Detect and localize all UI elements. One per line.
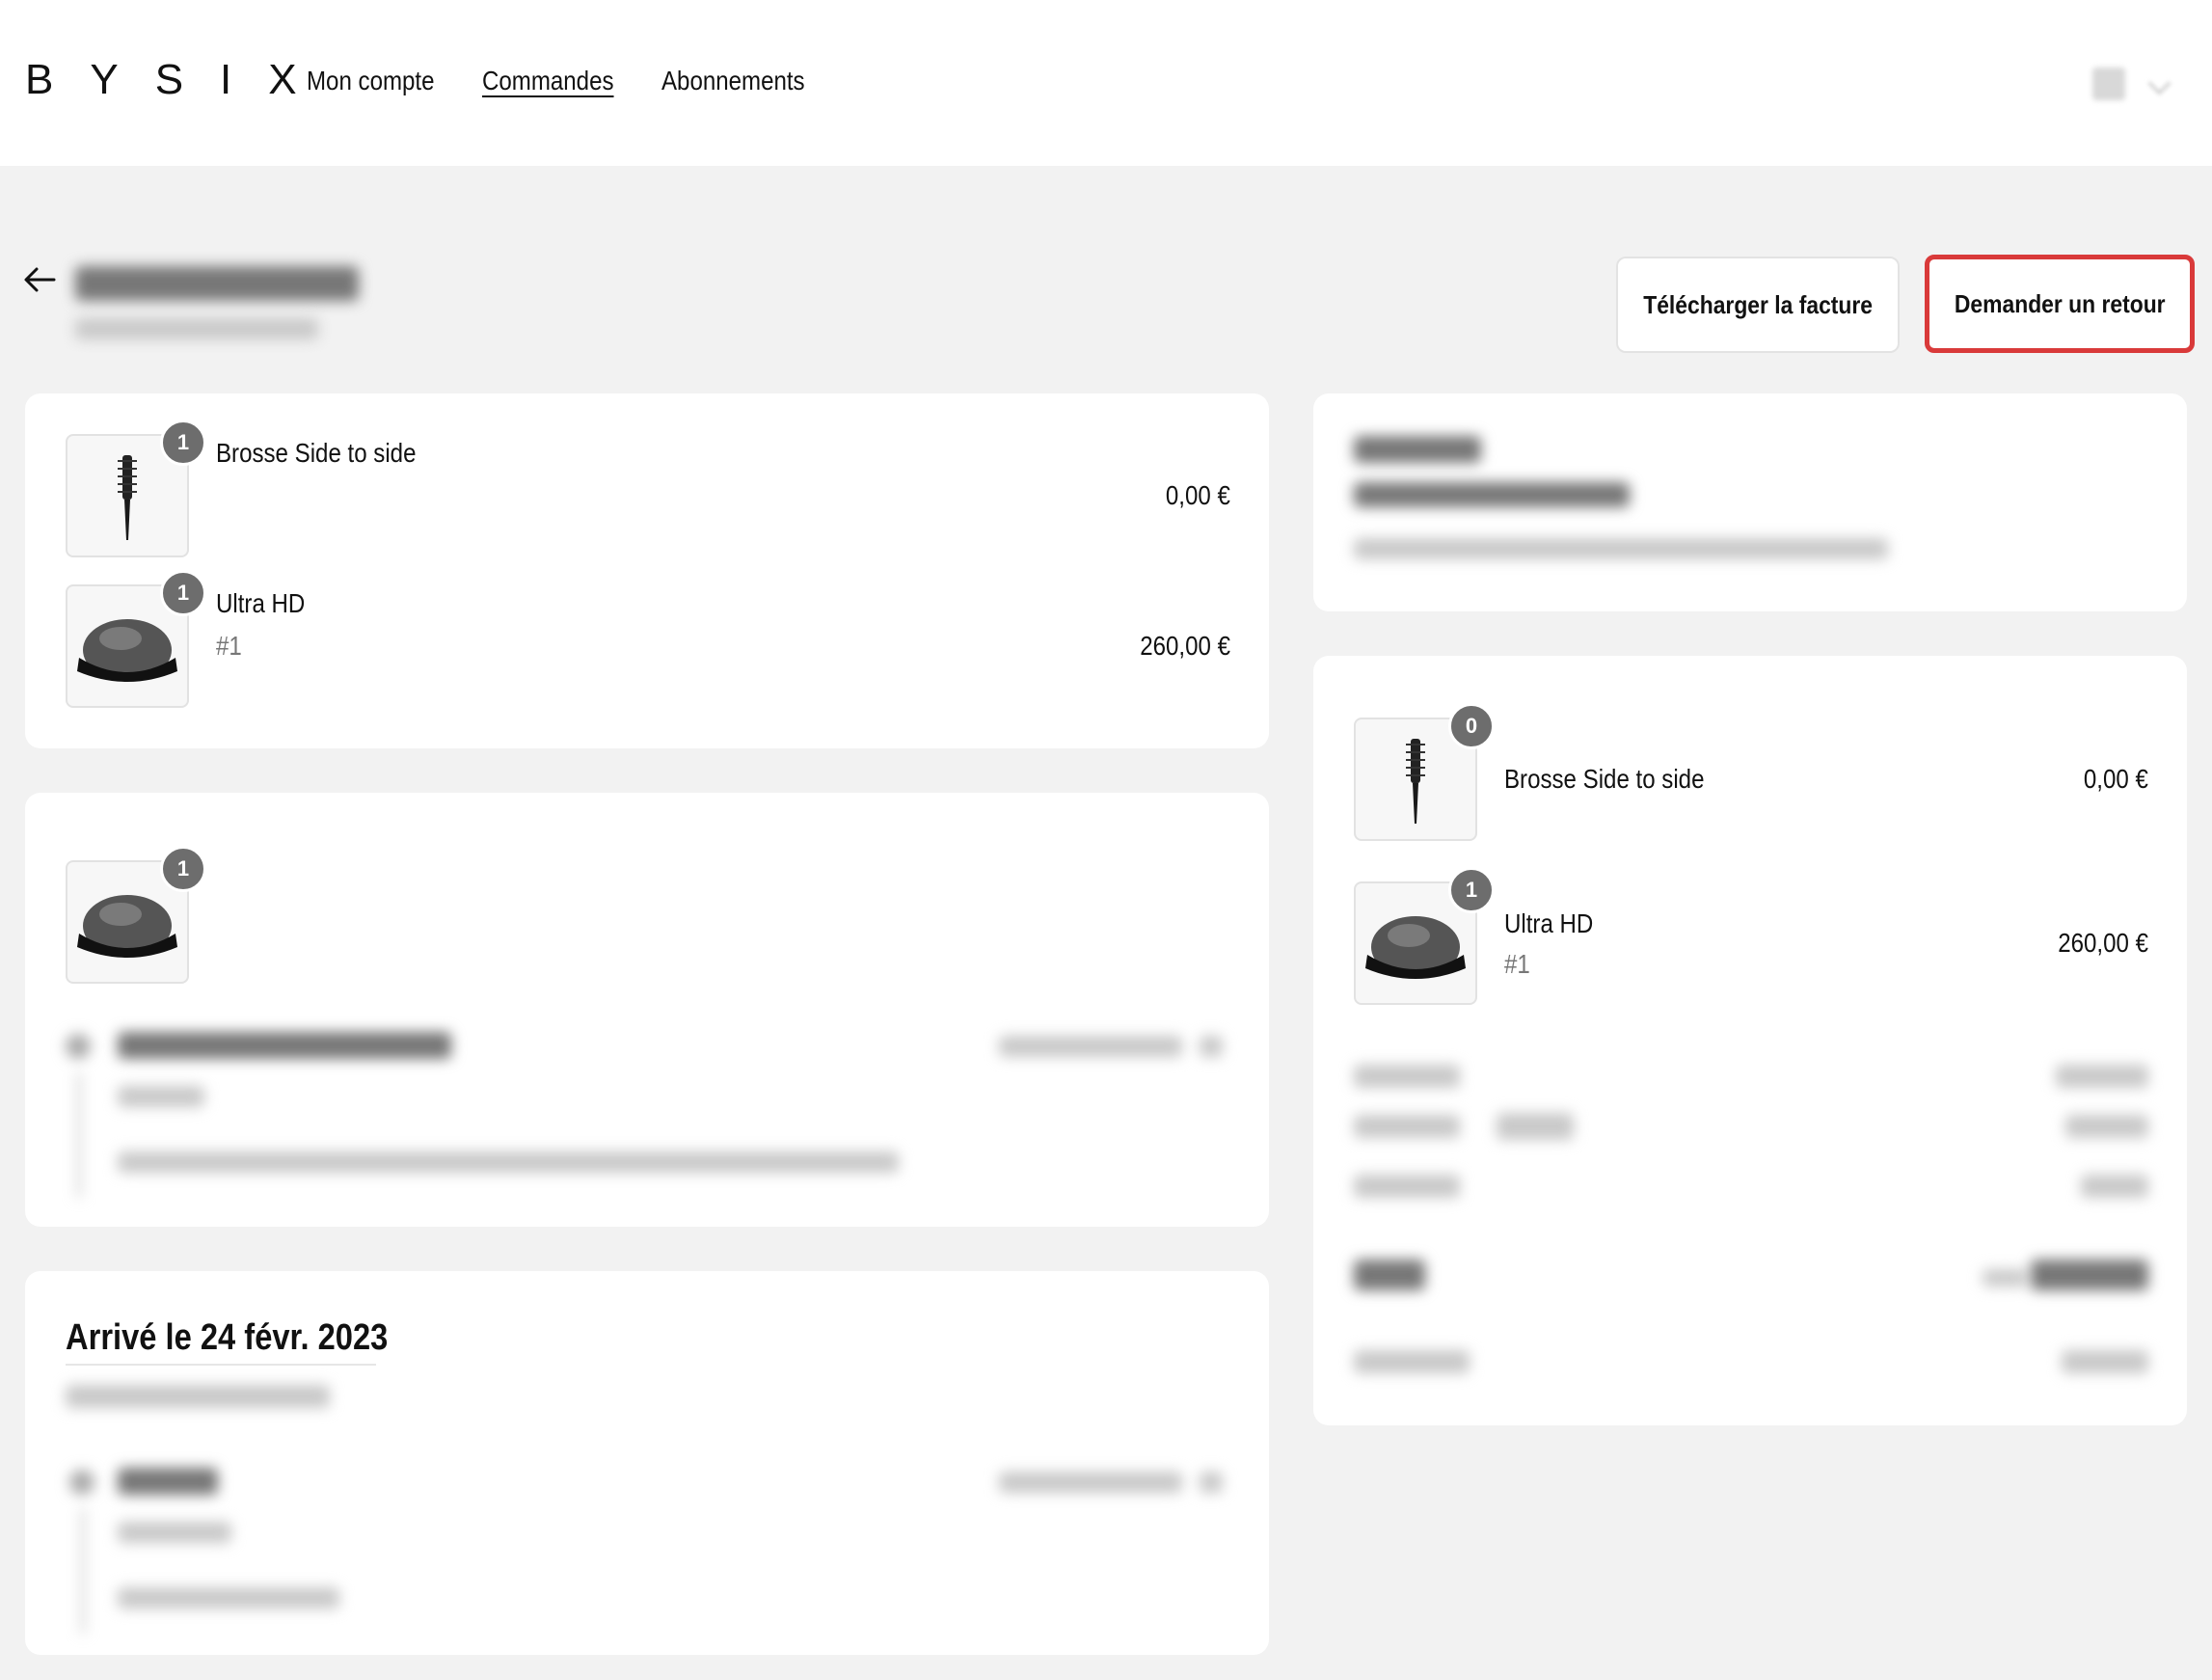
arrow-left-icon[interactable] [21,260,60,299]
currency-code-redacted [1983,1269,2027,1287]
shipping-value-redacted [2081,1175,2148,1198]
delivery-title: Arrivé le 24 févr. 2023 [66,1317,389,1358]
download-invoice-button[interactable]: Télécharger la facture [1616,257,1900,353]
delivery-message-redacted [118,1587,339,1609]
status-dot [66,1034,91,1059]
timeline-line [77,1072,81,1198]
item-price: 260,00 € [1140,631,1230,661]
order-title-redacted [75,266,359,301]
title-underline [66,1364,376,1366]
return-date-redacted [118,1086,204,1107]
delivery-status-redacted [118,1468,218,1495]
item-name: Brosse Side to side [1504,764,1705,794]
order-items-card: 1 Brosse Side to side 0,00 € 1 Ultra HD … [25,393,1269,748]
item-variant: #1 [1504,949,1530,979]
quantity-badge: 0 [1448,703,1495,749]
delivery-card: Arrivé le 24 févr. 2023 [25,1271,1269,1655]
return-shipment-card: 1 [25,793,1269,1227]
item-name: Brosse Side to side [216,438,417,468]
show-details-link-redacted[interactable] [999,1472,1182,1493]
refund-status-redacted [1354,436,1481,463]
return-message-redacted [118,1152,899,1173]
refunded-label-redacted [1354,1350,1470,1373]
item-variant: #1 [216,631,242,661]
shipping-label-redacted [1354,1175,1460,1198]
chevron-down-icon[interactable] [1200,1036,1223,1057]
quantity-badge: 1 [160,420,206,466]
status-dot [69,1470,94,1495]
item-price: 260,00 € [2058,928,2148,958]
nav-commandes[interactable]: Commandes [482,66,614,96]
total-label-redacted [1354,1260,1425,1290]
order-date-redacted [75,318,318,339]
chevron-down-icon[interactable] [1200,1472,1223,1493]
nav-mon-compte[interactable]: Mon compte [307,66,435,96]
discount-code-redacted [1497,1113,1574,1140]
refund-date-redacted [1354,482,1630,507]
quantity-badge: 1 [1448,867,1495,913]
total-value-redacted [2031,1260,2148,1290]
refunded-value-redacted [2062,1350,2148,1373]
delivery-date-redacted [118,1522,231,1543]
item-price: 0,00 € [2084,764,2148,794]
quantity-badge: 1 [160,846,206,892]
quantity-badge: 1 [160,570,206,616]
discount-value-redacted [2065,1115,2148,1138]
carrier-info-redacted[interactable] [66,1385,330,1408]
brand-logo[interactable]: BYSIX [25,56,334,104]
subtotal-value-redacted [2056,1065,2148,1088]
item-name: Ultra HD [216,588,306,618]
timeline-line [81,1508,85,1634]
return-status-redacted [118,1032,451,1059]
item-price: 0,00 € [1166,480,1230,510]
nav-abonnements[interactable]: Abonnements [661,66,805,96]
chevron-down-icon[interactable] [2147,71,2172,95]
subtotal-label-redacted [1354,1065,1460,1088]
request-return-button[interactable]: Demander un retour [1925,255,2195,353]
show-details-link-redacted[interactable] [999,1036,1182,1057]
refund-info-card [1313,393,2187,611]
item-name: Ultra HD [1504,908,1594,938]
order-summary-card: 0 Brosse Side to side 0,00 € 1 Ultra HD … [1313,656,2187,1425]
discount-label-redacted [1354,1115,1460,1138]
refund-message-redacted [1354,538,1888,559]
top-bar: BYSIX Mon compte Commandes Abonnements [0,0,2212,166]
account-avatar[interactable] [2092,68,2125,100]
